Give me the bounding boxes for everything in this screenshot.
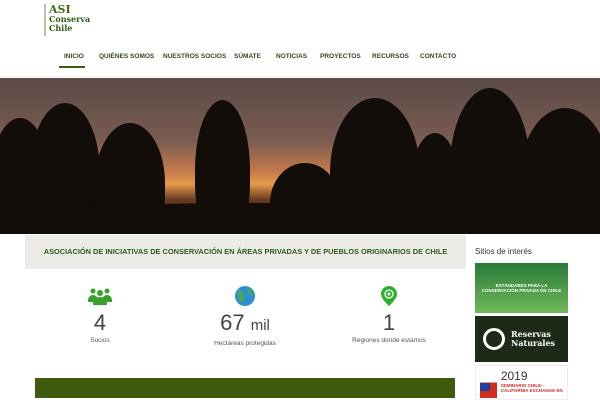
stat-label: Socios [90,337,110,344]
stat-number: 1 [382,310,396,335]
section-header-bar [35,378,455,398]
nav-recursos[interactable]: RECURSOS [372,53,409,60]
card-text: SEMINARIO CHILE-CALIFORNIA EXCHANGE EN [500,383,563,393]
stat-label: Hectáreas protegidas [214,340,276,347]
nav-nuestros-socios[interactable]: NUESTROS SOCIOS [163,53,226,60]
spiral-logo-icon [483,328,505,350]
stat-label: Regiones donde estamos [352,337,426,344]
nav-inicio[interactable]: INICIO [64,53,84,60]
stat-number: 67 [220,310,245,335]
active-nav-indicator [59,66,85,68]
sidebar-title: Sitios de interés [475,247,532,256]
users-icon [30,286,170,306]
stat-regiones: 1 Regiones donde estamos [319,286,459,344]
card-reservas-naturales[interactable]: Reservas Naturales [475,316,568,362]
globe-icon [175,286,315,306]
stat-hectareas: 67 mil Hectáreas protegidas [175,286,315,347]
nav-contacto[interactable]: CONTACTO [420,53,456,60]
header-divider [0,76,600,77]
nav-sumate[interactable]: SÚMATE [234,53,261,60]
logo-line: Chile [49,23,73,33]
flag-icon [480,370,497,398]
nav-quienes-somos[interactable]: QUIÉNES SOMOS [99,53,154,60]
card-year: 2019 [500,369,528,383]
card-seminario-2019[interactable]: 2019 SEMINARIO CHILE-CALIFORNIA EXCHANGE … [475,365,568,400]
stat-unit: mil [250,317,270,334]
card-title: Naturales [511,338,556,348]
stat-number: 4 [93,310,107,335]
logo[interactable]: ASI Conserva Chile [44,4,96,36]
nav-proyectos[interactable]: PROYECTOS [320,53,361,60]
stat-socios: 4 Socios [30,286,170,344]
mission-banner: ASOCIACIÓN DE INICIATIVAS DE CONSERVACIÓ… [25,235,466,269]
nav-noticias[interactable]: NOTICIAS [276,53,307,60]
hero-image [0,78,600,234]
card-text: ESTÁNDARES PARA LA CONSERVACIÓN PRIVADA … [481,283,562,293]
map-pin-icon [319,286,459,306]
card-estandares[interactable]: ESTÁNDARES PARA LA CONSERVACIÓN PRIVADA … [475,263,568,313]
